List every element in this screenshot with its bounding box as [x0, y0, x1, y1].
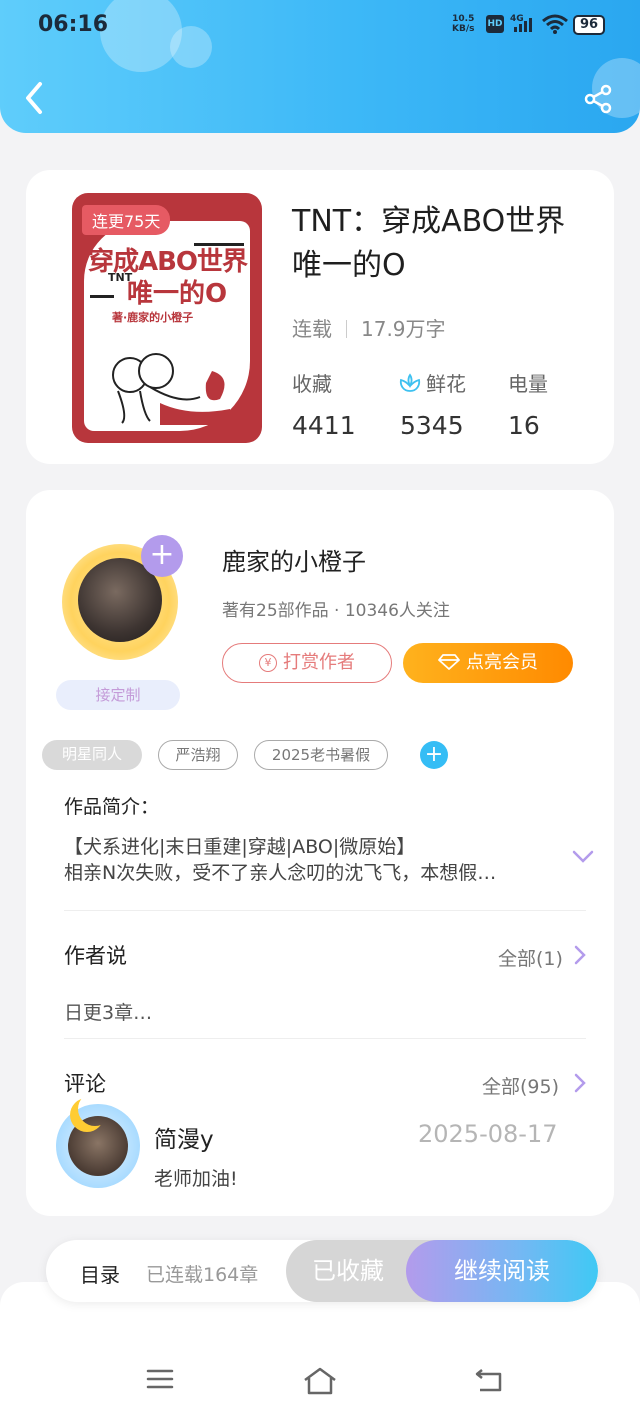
chevron-down-icon[interactable]: [572, 850, 594, 864]
flower-icon: [399, 373, 421, 392]
home-icon[interactable]: [302, 1366, 338, 1396]
book-word-count: 17.9万字: [361, 317, 446, 341]
comment-avatar[interactable]: [48, 1096, 148, 1196]
add-tag-plus-icon[interactable]: +: [420, 741, 448, 769]
cover-title-line2: 唯一的O: [126, 279, 228, 309]
signal-icon: 4G: [510, 14, 532, 32]
author-name[interactable]: 鹿家的小橙子: [222, 542, 366, 577]
status-time: 06:16: [38, 12, 109, 37]
author-info: 著有25部作品 · 10346人关注: [222, 601, 450, 621]
hd-icon: HD: [486, 15, 504, 33]
menu-icon[interactable]: [146, 1367, 174, 1391]
comment-date: 2025-08-17: [418, 1120, 558, 1148]
author-says-all-link[interactable]: 全部(1): [498, 944, 563, 971]
book-status: 连载: [292, 317, 332, 341]
tag-item[interactable]: 2025老书暑假: [254, 740, 388, 770]
toc-button[interactable]: 目录: [80, 1259, 120, 1288]
stat-flowers[interactable]: 鲜花 5345: [398, 368, 466, 440]
follow-plus-icon[interactable]: +: [141, 535, 183, 577]
battery-icon: 96: [573, 15, 605, 35]
comment-username[interactable]: 简漫y: [154, 1120, 214, 1154]
top-header: 06:16 10.5 KB/s HD 4G 96: [0, 0, 640, 133]
intro-title: 作品简介：: [64, 796, 160, 818]
tip-author-button[interactable]: ¥ 打赏作者: [222, 643, 392, 683]
diamond-icon: [438, 654, 460, 670]
book-cover[interactable]: 连更75天 穿成ABO世界 TNT 唯一的O 著·鹿家的小橙子: [72, 193, 262, 443]
book-meta: 连载 17.9万字: [292, 313, 446, 342]
custom-order-tag[interactable]: 接定制: [56, 680, 180, 710]
network-type: 4G: [510, 14, 524, 24]
network-speed: 10.5 KB/s: [452, 14, 475, 34]
author-says-title: 作者说: [64, 944, 127, 968]
chevron-left-icon[interactable]: [20, 80, 50, 116]
continue-reading-button[interactable]: 继续阅读: [406, 1240, 598, 1302]
intro-text[interactable]: 【犬系进化|末日重建|穿越|ABO|微原始】 相亲N次失败，受不了亲人念叨的沈飞…: [64, 834, 560, 886]
detail-card: + 接定制 鹿家的小橙子 著有25部作品 · 10346人关注 ¥ 打赏作者 点亮…: [26, 490, 614, 1216]
vip-button[interactable]: 点亮会员: [403, 643, 573, 683]
status-bar: 06:16 10.5 KB/s HD 4G 96: [0, 0, 640, 52]
author-says-text[interactable]: 日更3章…: [64, 998, 152, 1025]
yen-icon: ¥: [259, 654, 277, 672]
tag-item[interactable]: 明星同人: [42, 740, 142, 770]
divider: [64, 910, 586, 911]
stat-power[interactable]: 电量 16: [508, 368, 548, 440]
bottom-area: [0, 1282, 640, 1422]
chevron-right-icon[interactable]: [574, 945, 586, 965]
cover-illustration: [112, 353, 230, 425]
cover-author: 著·鹿家的小橙子: [112, 311, 194, 324]
comment-text[interactable]: 老师加油!: [154, 1164, 238, 1191]
tag-item[interactable]: 严浩翔: [158, 740, 238, 770]
back-icon[interactable]: [474, 1368, 504, 1394]
moon-icon: [78, 1092, 112, 1126]
chapter-count[interactable]: 已连载164章: [146, 1260, 258, 1287]
stat-collect: 收藏 4411: [292, 372, 356, 440]
share-icon[interactable]: [583, 84, 613, 114]
comments-all-link[interactable]: 全部(95): [482, 1072, 559, 1099]
book-info-card: 连更75天 穿成ABO世界 TNT 唯一的O 著·鹿家的小橙子 TNT：穿成AB…: [26, 170, 614, 464]
chevron-right-icon[interactable]: [574, 1073, 586, 1093]
action-bar: 目录 已连载164章 已收藏 继续阅读: [46, 1240, 598, 1302]
meta-divider: [346, 320, 347, 338]
divider: [64, 1038, 586, 1039]
book-title: TNT：穿成ABO世界唯一的O: [292, 204, 566, 283]
wifi-icon: [542, 14, 568, 34]
cover-update-tag: 连更75天: [82, 205, 171, 235]
